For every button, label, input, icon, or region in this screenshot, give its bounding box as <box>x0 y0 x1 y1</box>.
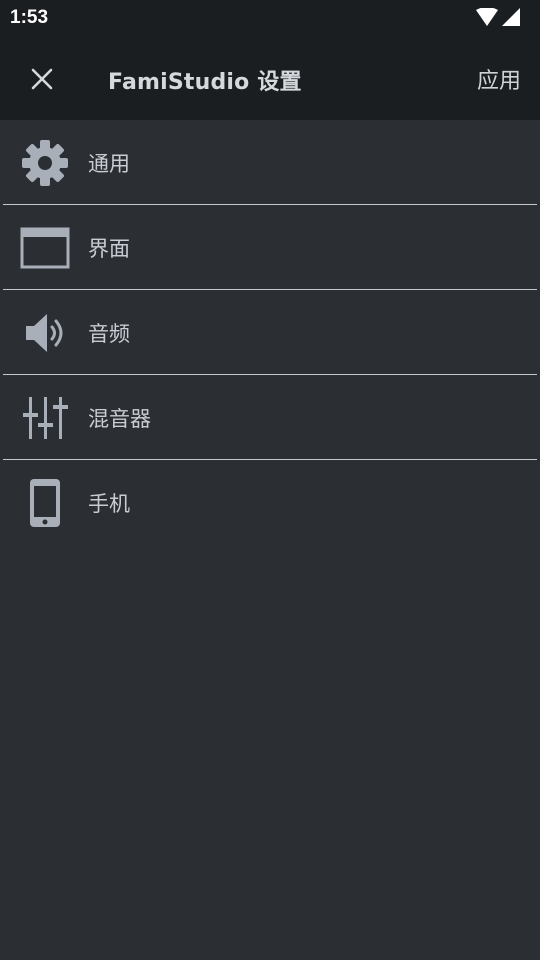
status-bar: 1:53 <box>0 0 540 38</box>
status-time: 1:53 <box>10 7 49 28</box>
settings-item-label: 混音器 <box>88 406 151 431</box>
mixer-sliders-icon <box>20 393 70 443</box>
page-title: FamiStudio 设置 <box>108 70 302 95</box>
close-button[interactable] <box>25 62 59 96</box>
settings-item-label: 通用 <box>88 151 130 176</box>
settings-item-audio[interactable]: 音频 <box>0 290 540 375</box>
settings-item-interface[interactable]: 界面 <box>0 205 540 290</box>
settings-list: 通用 界面 音频 混音器 手机 <box>0 120 540 545</box>
cell-signal-icon <box>502 8 520 26</box>
close-icon <box>31 68 53 90</box>
app-bar: FamiStudio 设置 应用 <box>0 38 540 120</box>
settings-item-label: 手机 <box>88 491 130 516</box>
status-icons <box>476 8 520 26</box>
speaker-icon <box>20 308 70 358</box>
settings-item-mixer[interactable]: 混音器 <box>0 375 540 460</box>
window-icon <box>20 223 70 273</box>
gear-icon <box>20 138 70 188</box>
settings-item-mobile[interactable]: 手机 <box>0 460 540 545</box>
wifi-icon <box>476 8 498 26</box>
phone-icon <box>20 478 70 528</box>
settings-item-label: 界面 <box>88 236 130 261</box>
settings-item-general[interactable]: 通用 <box>0 120 540 205</box>
settings-item-label: 音频 <box>88 321 130 346</box>
apply-button[interactable]: 应用 <box>477 63 521 95</box>
